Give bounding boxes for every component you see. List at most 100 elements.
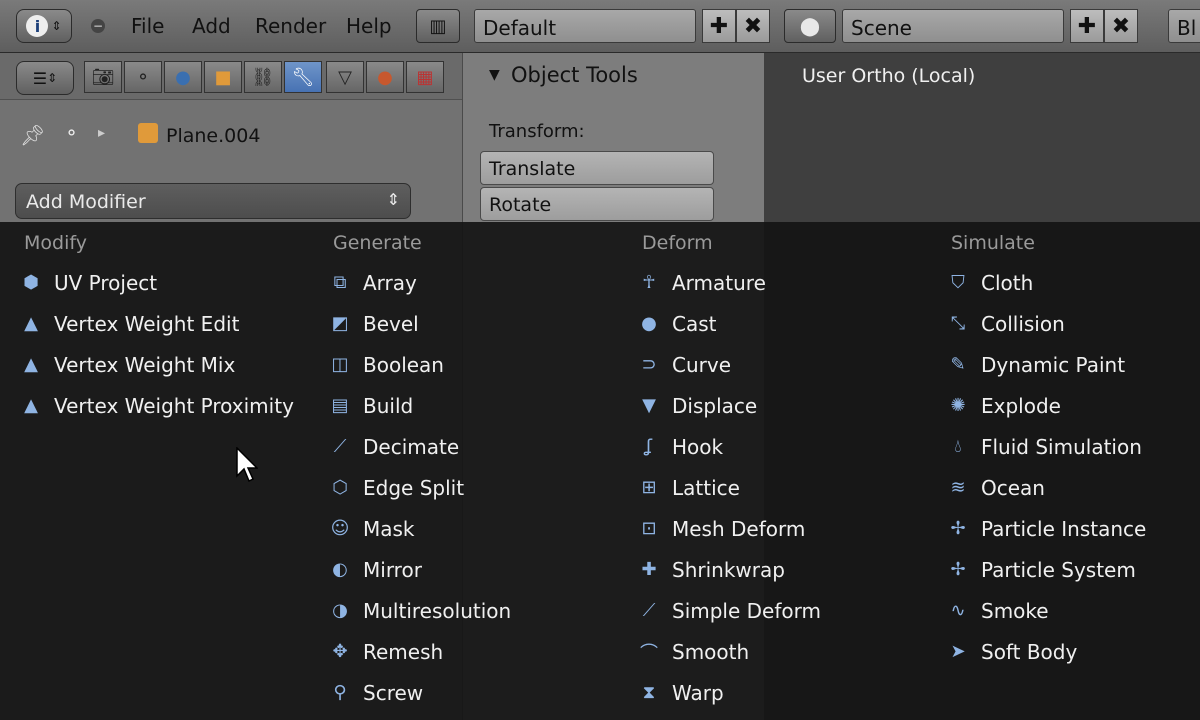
tab-scene[interactable]: ⚬ <box>124 61 162 93</box>
simulate-column: ⛉ Cloth ⤡ Collision ✎ Dynamic Paint ✺ Explod… <box>945 262 1146 672</box>
menu-item-hook[interactable]: ʆ Hook <box>636 426 821 467</box>
add-scene-button[interactable]: ✚ <box>1070 9 1104 43</box>
tab-render[interactable]: 📷︎ <box>84 61 122 93</box>
simulate-heading: Simulate <box>951 232 1035 254</box>
menu-item-mesh-deform[interactable]: ⊡ Mesh Deform <box>636 508 821 549</box>
editor-type-info-button[interactable]: i ⇕ <box>16 9 72 43</box>
menu-item-mask[interactable]: ☺ Mask <box>327 508 511 549</box>
particles-icon: ✢ <box>950 559 966 580</box>
menu-item-label: Hook <box>672 434 724 459</box>
generate-heading: Generate <box>333 232 422 254</box>
menu-item-simple-deform[interactable]: ⟋ Simple Deform <box>636 590 821 631</box>
chevron-updown-icon: ⇕ <box>386 190 400 209</box>
menu-item-remesh[interactable]: ✥ Remesh <box>327 631 511 672</box>
remove-layout-button[interactable]: ✖ <box>736 9 770 43</box>
tab-constraints[interactable]: ⛓ <box>244 61 282 93</box>
decimate-icon: ⟋ <box>333 436 347 457</box>
menu-item-label: Smoke <box>981 598 1049 623</box>
menu-item-particle-instance[interactable]: ✢ Particle Instance <box>945 508 1146 549</box>
add-modifier-menu: Modify Generate Deform Simulate ⬢ UV Proj… <box>0 222 1200 720</box>
menu-item-ocean[interactable]: ≋ Ocean <box>945 467 1146 508</box>
menu-item-vertex-weight-proximity[interactable]: ▲ Vertex Weight Proximity <box>18 385 294 426</box>
menu-item-uv-project[interactable]: ⬢ UV Project <box>18 262 294 303</box>
tab-material[interactable]: ● <box>366 61 404 93</box>
menu-item-vertex-weight-mix[interactable]: ▲ Vertex Weight Mix <box>18 344 294 385</box>
menu-item-dynamic-paint[interactable]: ✎ Dynamic Paint <box>945 344 1146 385</box>
menu-item-label: Dynamic Paint <box>981 352 1126 377</box>
menu-item-curve[interactable]: ⊃ Curve <box>636 344 821 385</box>
scene-selector-button[interactable]: ⬤ <box>784 9 836 43</box>
remove-scene-button[interactable]: ✖ <box>1104 9 1138 43</box>
menu-item-armature[interactable]: ☥ Armature <box>636 262 821 303</box>
rotate-button[interactable]: Rotate <box>480 187 714 221</box>
world-icon: ● <box>175 66 191 88</box>
close-icon: ✖ <box>1111 13 1131 39</box>
menu-item-lattice[interactable]: ⊞ Lattice <box>636 467 821 508</box>
menu-item-bevel[interactable]: ◩ Bevel <box>327 303 511 344</box>
scene-icon: ⚬ <box>64 123 80 144</box>
menu-item-collision[interactable]: ⤡ Collision <box>945 303 1146 344</box>
translate-button[interactable]: Translate <box>480 151 714 185</box>
multiresolution-icon: ◑ <box>332 600 348 621</box>
menu-file[interactable]: File <box>131 14 164 38</box>
menu-item-label: Mesh Deform <box>672 516 806 541</box>
render-engine-field[interactable]: Bl <box>1168 9 1200 43</box>
menu-item-warp[interactable]: ⧗ Warp <box>636 672 821 713</box>
screen-layout-field[interactable]: Default <box>474 9 696 43</box>
top-header-bar: i ⇕ − File Add Render Help ▥ Default ✚ ✖… <box>0 0 1200 53</box>
tab-object[interactable]: ■ <box>204 61 242 93</box>
menu-item-label: Vertex Weight Mix <box>54 352 236 377</box>
menu-item-displace[interactable]: ▼ Displace <box>636 385 821 426</box>
menu-item-edge-split[interactable]: ⬡ Edge Split <box>327 467 511 508</box>
displace-icon: ▼ <box>642 395 656 416</box>
menu-item-soft-body[interactable]: ➤ Soft Body <box>945 631 1146 672</box>
menu-item-label: Decimate <box>363 434 460 459</box>
menu-item-vertex-weight-edit[interactable]: ▲ Vertex Weight Edit <box>18 303 294 344</box>
deform-heading: Deform <box>642 232 713 254</box>
add-modifier-dropdown[interactable]: Add Modifier ⇕ <box>15 183 411 219</box>
tab-texture[interactable]: ▦ <box>406 61 444 93</box>
object-tools-title[interactable]: Object Tools <box>511 63 638 87</box>
tab-data[interactable]: ▽ <box>326 61 364 93</box>
add-layout-button[interactable]: ✚ <box>702 9 736 43</box>
menu-add[interactable]: Add <box>192 14 231 38</box>
menu-item-multiresolution[interactable]: ◑ Multiresolution <box>327 590 511 631</box>
menu-item-label: Soft Body <box>981 639 1078 664</box>
collapse-triangle-icon[interactable]: ▼ <box>489 67 500 83</box>
editor-type-button[interactable]: ☰ ⇕ <box>16 61 74 95</box>
menu-item-explode[interactable]: ✺ Explode <box>945 385 1146 426</box>
menu-item-shrinkwrap[interactable]: ✚ Shrinkwrap <box>636 549 821 590</box>
menu-item-particle-system[interactable]: ✢ Particle System <box>945 549 1146 590</box>
menu-item-cloth[interactable]: ⛉ Cloth <box>945 262 1146 303</box>
menu-item-mirror[interactable]: ◐ Mirror <box>327 549 511 590</box>
menu-item-smooth[interactable]: ⌒ Smooth <box>636 631 821 672</box>
menu-item-boolean[interactable]: ◫ Boolean <box>327 344 511 385</box>
object-name: Plane.004 <box>166 125 261 147</box>
scene-field[interactable]: Scene <box>842 9 1064 43</box>
vertex-data-icon: ▽ <box>338 66 352 88</box>
menu-render[interactable]: Render <box>255 14 326 38</box>
menu-item-smoke[interactable]: ∿ Smoke <box>945 590 1146 631</box>
fluid-drop-icon: 💧︎ <box>954 436 962 457</box>
collapse-menus-button[interactable]: − <box>86 9 110 43</box>
bevel-icon: ◩ <box>331 313 349 334</box>
menu-item-label: Screw <box>363 680 424 705</box>
menu-item-array[interactable]: ⧉ Array <box>327 262 511 303</box>
menu-item-decimate[interactable]: ⟋ Decimate <box>327 426 511 467</box>
tab-world[interactable]: ● <box>164 61 202 93</box>
menu-item-label: Build <box>363 393 414 418</box>
menu-item-build[interactable]: ▤ Build <box>327 385 511 426</box>
menu-item-screw[interactable]: ⚲ Screw <box>327 672 511 713</box>
build-icon: ▤ <box>331 395 349 416</box>
tab-modifiers[interactable]: 🔧︎ <box>284 61 322 93</box>
curve-icon: ⊃ <box>641 354 657 375</box>
menu-item-cast[interactable]: ● Cast <box>636 303 821 344</box>
menu-item-fluid-simulation[interactable]: 💧︎ Fluid Simulation <box>945 426 1146 467</box>
lattice-icon: ⊞ <box>641 477 657 498</box>
pin-icon[interactable]: 📌︎ <box>20 123 45 147</box>
menu-item-label: Particle System <box>981 557 1136 582</box>
menu-help[interactable]: Help <box>346 14 392 38</box>
menu-item-label: Array <box>363 270 417 295</box>
screen-layout-button[interactable]: ▥ <box>416 9 460 43</box>
breadcrumb: 📌︎ ⚬ ▸ Plane.004 <box>0 113 462 157</box>
